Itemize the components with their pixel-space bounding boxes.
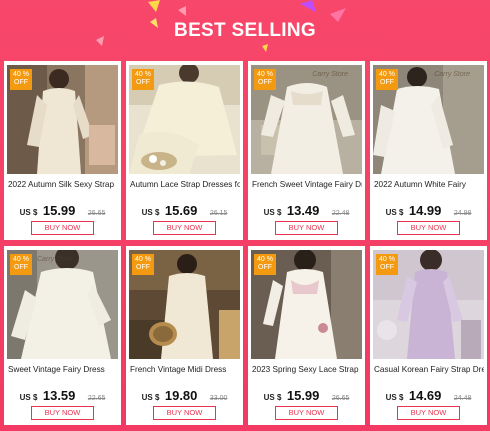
original-price: 22.65	[87, 395, 106, 402]
currency-label: US $	[385, 393, 404, 402]
currency-label: US $	[141, 208, 160, 217]
buy-now-button[interactable]: BUY NOW	[397, 221, 460, 235]
price-row: US $ 13.49 22.48	[248, 202, 365, 220]
price-row: US $ 15.99 26.65	[4, 202, 121, 220]
product-name[interactable]: Sweet Vintage Fairy Dress	[8, 365, 118, 374]
discount-badge: 40 % OFF	[376, 69, 398, 90]
product-image[interactable]: 40 % OFF Carry Store	[7, 250, 118, 359]
product-image[interactable]: 40 % OFF Carry Store	[251, 65, 362, 174]
product-name[interactable]: French Vintage Midi Dress	[130, 365, 240, 374]
page-title: BEST SELLING	[174, 20, 316, 41]
current-price: 13.49	[286, 203, 320, 218]
buy-now-button[interactable]: BUY NOW	[275, 406, 338, 420]
currency-label: US $	[19, 393, 38, 402]
product-card[interactable]: 40 % OFF Casual Korean Fairy Strap Dress …	[370, 246, 487, 425]
banner-header: BEST SELLING	[0, 0, 490, 62]
store-watermark: Carry Store	[434, 71, 470, 78]
store-watermark: Carry Store	[312, 71, 348, 78]
store-watermark: Carry Store	[37, 256, 73, 263]
price-row: US $ 13.59 22.65	[4, 387, 121, 405]
discount-badge: 40 % OFF	[254, 254, 276, 275]
product-image[interactable]: 40 % OFF	[129, 65, 240, 174]
product-card[interactable]: 40 % OFF Carry Store 2022 Autumn White Fa…	[370, 61, 487, 240]
product-name[interactable]: 2022 Autumn Silk Sexy Strap	[8, 180, 118, 189]
product-name[interactable]: 2022 Autumn White Fairy	[374, 180, 484, 189]
product-card[interactable]: 40 % OFF Carry Store Sweet Vintage Fairy …	[4, 246, 121, 425]
price-row: US $ 14.99 24.98	[370, 202, 487, 220]
original-price: 26.65	[331, 395, 350, 402]
product-card[interactable]: 40 % OFF 2022 Autumn Silk Sexy Strap US $…	[4, 61, 121, 240]
original-price: 26.65	[87, 210, 106, 217]
currency-label: US $	[263, 393, 282, 402]
currency-label: US $	[263, 208, 282, 217]
currency-label: US $	[19, 208, 38, 217]
discount-badge: 40 % OFF	[132, 69, 154, 90]
price-row: US $ 15.69 26.15	[126, 202, 243, 220]
price-row: US $ 14.69 24.48	[370, 387, 487, 405]
product-card[interactable]: 40 % OFF 2023 Spring Sexy Lace Strap US $…	[248, 246, 365, 425]
product-card[interactable]: 40 % OFF Autumn Lace Strap Dresses for US…	[126, 61, 243, 240]
product-card[interactable]: 40 % OFF Carry Store French Sweet Vintage…	[248, 61, 365, 240]
discount-badge: 40 % OFF	[132, 254, 154, 275]
price-row: US $ 15.99 26.65	[248, 387, 365, 405]
product-name[interactable]: 2023 Spring Sexy Lace Strap	[252, 365, 362, 374]
original-price: 24.48	[453, 395, 472, 402]
product-image[interactable]: 40 % OFF	[7, 65, 118, 174]
product-card[interactable]: 40 % OFF French Vintage Midi Dress US $ 1…	[126, 246, 243, 425]
discount-badge: 40 % OFF	[10, 254, 32, 275]
product-image[interactable]: 40 % OFF Carry Store	[373, 65, 484, 174]
buy-now-button[interactable]: BUY NOW	[275, 221, 338, 235]
product-name[interactable]: Casual Korean Fairy Strap Dress	[374, 365, 484, 374]
product-image[interactable]: 40 % OFF	[129, 250, 240, 359]
original-price: 26.15	[209, 210, 228, 217]
current-price: 15.69	[164, 203, 198, 218]
current-price: 19.80	[164, 388, 198, 403]
product-image[interactable]: 40 % OFF	[373, 250, 484, 359]
product-name[interactable]: Autumn Lace Strap Dresses for	[130, 180, 240, 189]
buy-now-button[interactable]: BUY NOW	[397, 406, 460, 420]
price-row: US $ 19.80 33.00	[126, 387, 243, 405]
buy-now-button[interactable]: BUY NOW	[153, 221, 216, 235]
currency-label: US $	[385, 208, 404, 217]
currency-label: US $	[141, 393, 160, 402]
product-grid: 40 % OFF 2022 Autumn Silk Sexy Strap US $…	[4, 61, 487, 425]
current-price: 15.99	[42, 203, 76, 218]
original-price: 33.00	[209, 395, 228, 402]
buy-now-button[interactable]: BUY NOW	[31, 406, 94, 420]
original-price: 24.98	[453, 210, 472, 217]
discount-badge: 40 % OFF	[376, 254, 398, 275]
current-price: 15.99	[286, 388, 320, 403]
discount-badge: 40 % OFF	[254, 69, 276, 90]
current-price: 13.59	[42, 388, 76, 403]
product-name[interactable]: French Sweet Vintage Fairy Dress	[252, 180, 362, 189]
current-price: 14.69	[408, 388, 442, 403]
buy-now-button[interactable]: BUY NOW	[31, 221, 94, 235]
buy-now-button[interactable]: BUY NOW	[153, 406, 216, 420]
product-image[interactable]: 40 % OFF	[251, 250, 362, 359]
current-price: 14.99	[408, 203, 442, 218]
original-price: 22.48	[331, 210, 350, 217]
discount-badge: 40 % OFF	[10, 69, 32, 90]
